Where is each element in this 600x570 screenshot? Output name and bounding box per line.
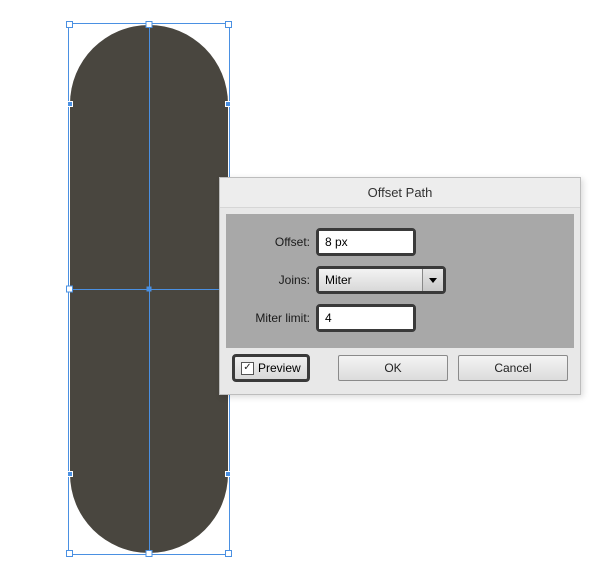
joins-dropdown-button[interactable] — [423, 269, 443, 291]
offset-path-dialog: Offset Path Offset: Joins: Miter Miter l… — [219, 177, 581, 395]
dialog-button-row: ✓ Preview OK Cancel — [232, 354, 568, 382]
bbox-handle[interactable] — [66, 550, 73, 557]
miter-limit-input[interactable] — [319, 307, 413, 329]
offset-label: Offset: — [238, 235, 316, 249]
check-icon: ✓ — [243, 363, 251, 373]
ok-button[interactable]: OK — [338, 355, 448, 381]
dialog-body: Offset: Joins: Miter Miter limit: — [226, 214, 574, 348]
joins-select[interactable]: Miter — [316, 266, 446, 294]
preview-checkbox[interactable]: ✓ — [241, 362, 254, 375]
bbox-handle[interactable] — [225, 550, 232, 557]
rounded-rectangle-shape[interactable] — [70, 25, 228, 553]
cancel-button[interactable]: Cancel — [458, 355, 568, 381]
chevron-down-icon — [429, 278, 437, 283]
offset-input[interactable] — [319, 231, 413, 253]
joins-value: Miter — [319, 269, 423, 291]
preview-label: Preview — [258, 361, 301, 375]
bbox-handle[interactable] — [66, 21, 73, 28]
miter-limit-field-shell — [316, 304, 416, 332]
offset-row: Offset: — [238, 228, 562, 256]
dialog-title[interactable]: Offset Path — [220, 178, 580, 208]
miter-limit-row: Miter limit: — [238, 304, 562, 332]
offset-field-shell — [316, 228, 416, 256]
joins-row: Joins: Miter — [238, 266, 562, 294]
canvas-selection[interactable] — [70, 25, 228, 553]
preview-toggle[interactable]: ✓ Preview — [232, 354, 310, 382]
miter-limit-label: Miter limit: — [238, 311, 316, 325]
joins-label: Joins: — [238, 273, 316, 287]
bbox-handle[interactable] — [225, 21, 232, 28]
